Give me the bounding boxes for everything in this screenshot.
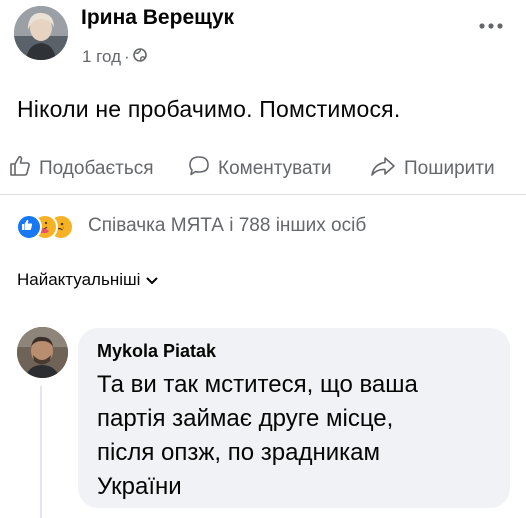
thread-line xyxy=(40,386,42,518)
comment-label: Коментувати xyxy=(218,158,332,179)
like-label: Подобається xyxy=(39,158,154,179)
chevron-down-icon xyxy=(146,270,158,290)
sort-label: Найактуальніші xyxy=(17,270,141,289)
share-label: Поширити xyxy=(404,158,495,179)
meta-separator: · xyxy=(124,47,130,66)
share-arrow-icon xyxy=(369,154,397,184)
reaction-icons xyxy=(16,214,82,240)
thumbs-up-icon xyxy=(8,154,32,184)
comment-button[interactable]: Коментувати xyxy=(187,154,332,184)
more-dots-icon[interactable] xyxy=(478,14,504,35)
divider xyxy=(0,194,526,195)
post-time[interactable]: 1 год xyxy=(82,47,121,67)
comment-line: Та ви так мститеся, що ваша xyxy=(97,371,418,398)
author-name[interactable]: Ірина Верещук xyxy=(81,6,234,30)
author-avatar[interactable] xyxy=(14,6,68,60)
globe-icon xyxy=(132,47,147,67)
reactions-summary[interactable]: Співачка МЯТА і 788 інших осіб xyxy=(16,214,366,240)
speech-bubble-icon xyxy=(187,154,211,184)
like-reaction-icon xyxy=(16,214,42,240)
comment-sort-dropdown[interactable]: Найактуальніші xyxy=(17,270,158,290)
comment-text: Та ви так мститеся, що ваша партія займа… xyxy=(97,368,418,504)
reactions-count[interactable]: Співачка МЯТА і 788 інших осіб xyxy=(88,215,366,237)
commenter-avatar[interactable] xyxy=(17,327,68,378)
post-text: Ніколи не пробачимо. Помстимося. xyxy=(17,96,401,122)
comment-line: після опзж, по зрадникам xyxy=(97,439,380,466)
commenter-name[interactable]: Mykola Piatak xyxy=(97,341,216,362)
post-actions-bar: Подобається Коментувати Поширити xyxy=(0,149,526,189)
comment-line: партія займає друге місце, xyxy=(97,405,394,432)
like-button[interactable]: Подобається xyxy=(8,154,154,184)
share-button[interactable]: Поширити xyxy=(369,154,495,184)
post-meta: 1 год · xyxy=(82,47,147,67)
comment-line: України xyxy=(97,473,182,500)
